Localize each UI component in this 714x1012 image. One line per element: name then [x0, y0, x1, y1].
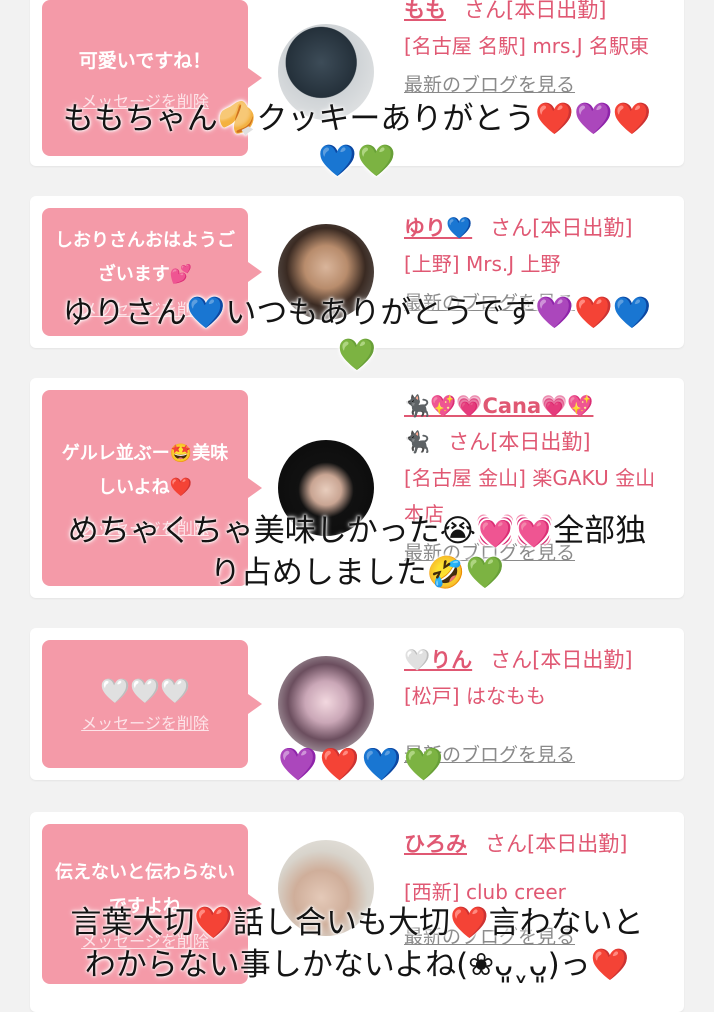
work-status: さん[本日出勤] [490, 648, 633, 672]
hearts-row: 💜❤️💙💚 [278, 745, 446, 783]
message-text: ゲルレ並ぶー🤩美味しいよね❤️ [61, 443, 229, 498]
cat-icon: 🐈‍⬛ [404, 430, 431, 454]
cast-name-link[interactable]: ひろみ [404, 832, 467, 856]
message-text: 可愛いですね！ [78, 50, 212, 72]
cast-name-link[interactable]: ゆり💙 [404, 216, 472, 240]
latest-blog-link[interactable]: 最新のブログを見る [404, 70, 674, 97]
store-label: [松戸] はなもも [404, 684, 546, 708]
cast-name-link[interactable]: 🐈‍⬛💖💗Cana💗💖 [404, 394, 593, 418]
message-bubble: 🤍🤍🤍 メッセージを削除 [42, 640, 262, 768]
message-text: 🤍🤍🤍 [100, 677, 190, 705]
overlay-caption: ゆりさん💙いつもありがとうです💜❤️💙 💚 [62, 295, 652, 373]
work-status: さん[本日出勤] [485, 832, 628, 856]
avatar[interactable] [278, 656, 374, 752]
cast-name-link[interactable]: もも [404, 0, 446, 22]
store-label: [上野] Mrs.J 上野 [404, 252, 561, 276]
work-status: さん[本日出勤] [464, 0, 607, 22]
store-label: [名古屋 名駅] mrs.J 名駅東 [404, 34, 650, 58]
message-text: しおりさんおはようございます💕 [55, 230, 235, 285]
overlay-caption: 言葉大切❤️話し合いも大切❤️言わないと わからない事しかないよね(❀ᴗ͈ˬᴗ͈… [70, 905, 644, 983]
overlay-caption: ももちゃん🥠クッキーありがとう❤️💜❤️ 💙💚 [62, 101, 652, 179]
work-status: さん[本日出勤] [448, 430, 591, 454]
overlay-caption: めちゃくちゃ美味しかった😭💓💓全部独 り占めしました🤣💚 [67, 513, 647, 591]
delete-message-link[interactable]: メッセージを削除 [81, 710, 209, 734]
work-status: さん[本日出勤] [490, 216, 633, 240]
cast-name-link[interactable]: 🤍りん [404, 648, 472, 672]
